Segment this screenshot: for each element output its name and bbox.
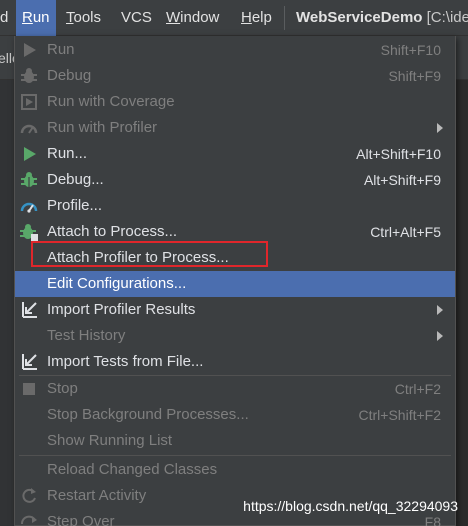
menu-item-profile[interactable]: Profile...: [15, 193, 455, 219]
menu-file[interactable]: d: [0, 0, 14, 36]
run-icon: [19, 40, 39, 60]
debug-icon: [19, 170, 39, 190]
menu-item-test-history[interactable]: Test History: [15, 323, 455, 349]
menu-item-shortcut: Ctrl+F2: [394, 381, 441, 397]
submenu-arrow-icon: [437, 305, 443, 315]
editor-gutter: [0, 80, 14, 526]
menu-item-shortcut: Ctrl+Alt+F5: [370, 224, 441, 240]
menu-item-run-with-profiler[interactable]: Run with Profiler: [15, 115, 455, 141]
menu-item-shortcut: Ctrl+Shift+F2: [358, 407, 441, 423]
menu-item-run-dialog[interactable]: Run... Alt+Shift+F10: [15, 141, 455, 167]
menu-item-edit-configurations[interactable]: Edit Configurations...: [15, 271, 455, 297]
submenu-arrow-icon: [437, 123, 443, 133]
menu-item-label: Debug...: [47, 171, 104, 188]
menu-window[interactable]: Window: [160, 0, 225, 36]
ide-window: 3" 'H cs r) it st nR lo ello d Run Tools…: [0, 0, 468, 526]
menu-item-label: Show Running List: [47, 432, 173, 449]
attach-debugger-icon: [19, 222, 39, 242]
coverage-icon: [19, 92, 39, 112]
annotation-highlight-box: [31, 241, 268, 267]
menu-item-import-profiler-results[interactable]: Import Profiler Results: [15, 297, 455, 323]
run-menu-dropdown: Run Shift+F10 Debug Shift+F9 Run with Co…: [14, 36, 456, 526]
submenu-arrow-icon: [437, 331, 443, 341]
menu-item-shortcut: Alt+Shift+F10: [356, 146, 441, 162]
project-path: [C:\ide: [426, 9, 468, 26]
menu-run[interactable]: Run: [16, 0, 56, 36]
menu-item-shortcut: Shift+F10: [380, 42, 441, 58]
menu-item-label: Step Over: [47, 513, 115, 526]
menu-item-label: Stop Background Processes...: [47, 406, 249, 423]
profiler-icon: [19, 118, 39, 138]
menu-item-label: Edit Configurations...: [47, 275, 187, 292]
menu-item-label: Import Tests from File...: [47, 353, 204, 370]
menu-item-label: Run...: [47, 145, 88, 162]
project-name: WebServiceDemo: [296, 9, 423, 26]
menu-item-label: Import Profiler Results: [47, 301, 196, 318]
menu-item-label: Test History: [47, 327, 126, 344]
menu-separator: [19, 455, 451, 456]
menu-tools[interactable]: Tools: [60, 0, 107, 36]
restart-activity-icon: [19, 486, 39, 506]
window-title: WebServiceDemo [C:\ide: [296, 0, 468, 36]
menu-item-label: Profile...: [47, 197, 103, 214]
menu-item-stop-background-processes[interactable]: Stop Background Processes... Ctrl+Shift+…: [15, 402, 455, 428]
menu-item-stop[interactable]: Stop Ctrl+F2: [15, 376, 455, 402]
run-icon: [19, 144, 39, 164]
menu-item-label: Run: [47, 41, 75, 58]
title-separator: [284, 6, 285, 30]
menu-item-label: Stop: [47, 380, 78, 397]
watermark-text: https://blog.csdn.net/qq_32294093: [243, 498, 458, 514]
step-over-icon: [19, 512, 39, 526]
menu-item-import-tests-from-file[interactable]: Import Tests from File...: [15, 349, 455, 375]
menu-item-run-with-coverage[interactable]: Run with Coverage: [15, 89, 455, 115]
menu-item-label: Reload Changed Classes: [47, 461, 218, 478]
menu-item-label: Restart Activity: [47, 487, 147, 504]
profile-gauge-icon: [19, 196, 39, 216]
menu-help[interactable]: Help: [235, 0, 278, 36]
menu-item-label: Run with Profiler: [47, 119, 158, 136]
menu-item-label: Run with Coverage: [47, 93, 175, 110]
menu-item-debug-dialog[interactable]: Debug... Alt+Shift+F9: [15, 167, 455, 193]
menu-item-shortcut: Alt+Shift+F9: [363, 172, 441, 188]
import-icon: [19, 352, 39, 372]
menu-item-debug[interactable]: Debug Shift+F9: [15, 63, 455, 89]
menu-item-reload-changed-classes[interactable]: Reload Changed Classes: [15, 457, 455, 483]
menu-bar: d Run Tools VCS Window Help WebServiceDe…: [0, 0, 468, 36]
menu-item-run[interactable]: Run Shift+F10: [15, 37, 455, 63]
debug-icon: [19, 66, 39, 86]
stop-icon: [19, 379, 39, 399]
menu-item-show-running-list[interactable]: Show Running List: [15, 428, 455, 454]
menu-vcs[interactable]: VCS: [115, 0, 158, 36]
menu-item-label: Debug: [47, 67, 92, 84]
import-icon: [19, 300, 39, 320]
menu-item-shortcut: Shift+F9: [388, 68, 441, 84]
